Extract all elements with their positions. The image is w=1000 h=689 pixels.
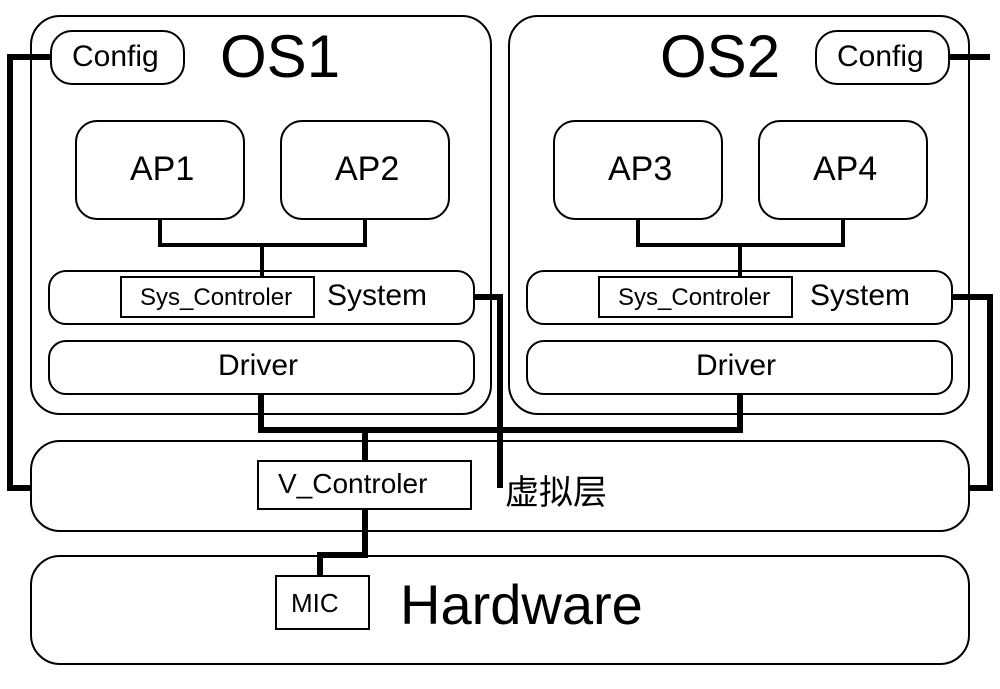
os1-driver-label: Driver: [218, 349, 298, 383]
os2-driver-label: Driver: [696, 349, 776, 383]
os1-title: OS1: [220, 22, 340, 91]
v-controller-label: V_Controler: [278, 468, 427, 500]
os1-sys-controller-label: Sys_Controler: [140, 284, 292, 312]
ap4-label: AP4: [813, 150, 877, 189]
virtual-layer-box: [30, 440, 970, 532]
os2-system-label: System: [810, 279, 910, 313]
hardware-label: Hardware: [400, 572, 643, 637]
os2-config-label: Config: [837, 40, 924, 74]
os2-title: OS2: [660, 22, 780, 91]
ap1-label: AP1: [130, 150, 194, 189]
os1-config-label: Config: [72, 40, 159, 74]
os2-sys-controller-label: Sys_Controler: [618, 284, 770, 312]
virtual-layer-label: 虚拟层: [505, 465, 607, 514]
ap3-label: AP3: [608, 150, 672, 189]
mic-label: MIC: [291, 588, 339, 619]
os1-system-label: System: [327, 279, 427, 313]
ap2-label: AP2: [335, 150, 399, 189]
